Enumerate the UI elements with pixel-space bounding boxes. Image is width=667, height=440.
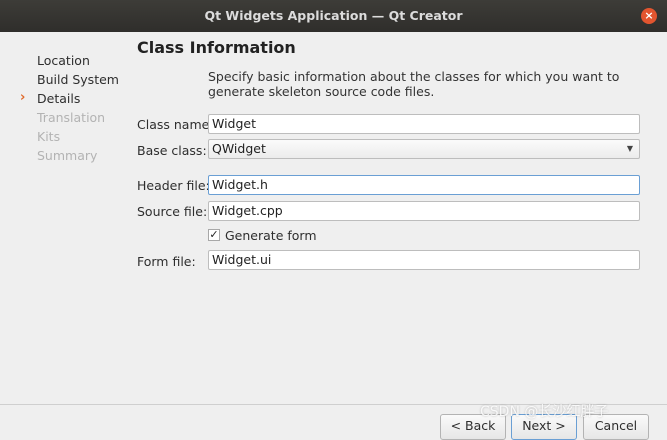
close-icon[interactable]: × (641, 8, 657, 24)
generate-form-checkbox[interactable]: ✓ (208, 229, 220, 241)
current-step-arrow-icon: › (20, 90, 26, 105)
base-class-select[interactable]: QWidget ▼ (208, 139, 640, 159)
step-location: Location (37, 53, 90, 68)
source-file-field[interactable]: Widget.cpp (208, 201, 640, 221)
base-class-label: Base class: (137, 143, 207, 158)
header-file-label: Header file: (137, 178, 210, 193)
form-file-label: Form file: (137, 254, 196, 269)
step-translation: Translation (37, 110, 106, 125)
step-build-system: Build System (37, 72, 119, 87)
header-file-field[interactable]: Widget.h (208, 175, 640, 195)
class-name-field[interactable]: Widget (208, 114, 640, 134)
base-class-value: QWidget (212, 141, 266, 156)
form-file-field[interactable]: Widget.ui (208, 250, 640, 270)
window-title: Qt Widgets Application — Qt Creator (204, 8, 463, 23)
step-details: Details (37, 91, 81, 106)
class-name-label: Class name: (137, 117, 214, 132)
step-summary: Summary (37, 148, 98, 163)
window-titlebar: Qt Widgets Application — Qt Creator × (0, 0, 667, 32)
dropdown-arrow-icon: ▼ (626, 144, 633, 153)
source-file-label: Source file: (137, 204, 208, 219)
page-title: Class Information (137, 38, 296, 57)
step-kits: Kits (37, 129, 61, 144)
watermark: CSDN @长沙红胖子 (480, 404, 609, 420)
page-description: Specify basic information about the clas… (208, 69, 620, 99)
generate-form-label[interactable]: Generate form (225, 228, 317, 243)
